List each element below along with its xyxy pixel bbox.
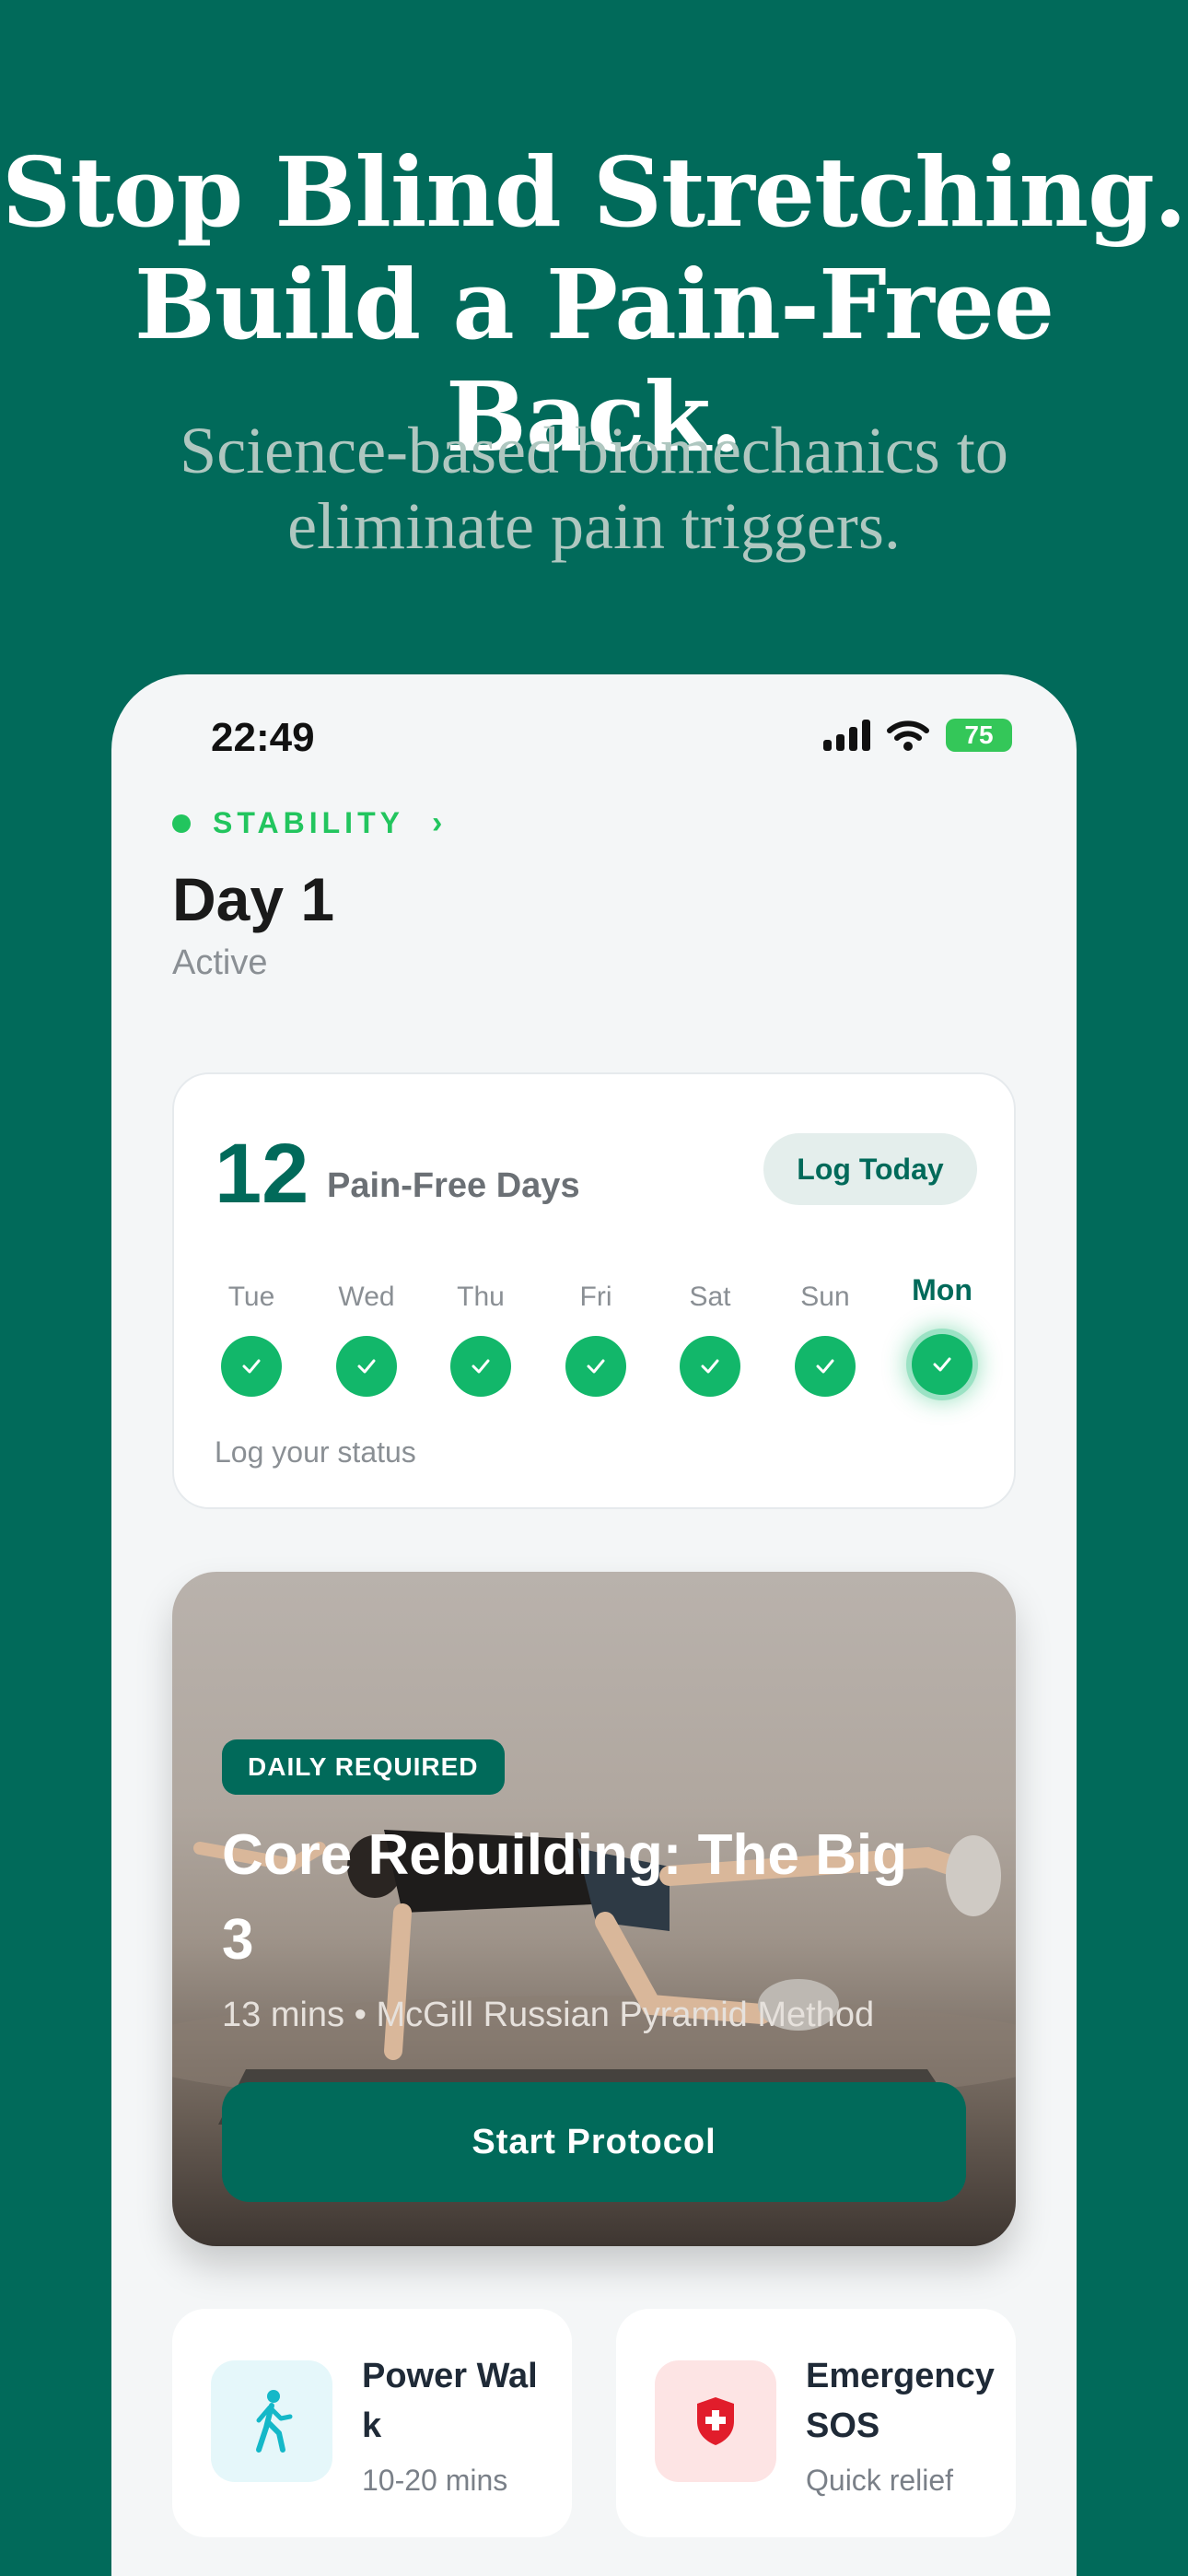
- day-column[interactable]: Thu: [444, 1279, 518, 1397]
- start-protocol-button[interactable]: Start Protocol: [222, 2082, 966, 2202]
- check-icon: [795, 1336, 856, 1397]
- day-column[interactable]: Tue: [215, 1279, 288, 1397]
- day-column[interactable]: Fri: [559, 1279, 633, 1397]
- log-status-prompt[interactable]: Log your status: [215, 1435, 416, 1469]
- status-icons: 75: [823, 719, 1012, 752]
- workout-title: Core Rebuilding: The Big 3: [222, 1823, 907, 1972]
- chevron-right-icon: ›: [431, 805, 443, 840]
- power-walk-duration: 10-20 mins: [362, 2464, 508, 2497]
- wifi-icon: [887, 720, 929, 751]
- day-name: Tue: [227, 1282, 275, 1312]
- power-walk-tile[interactable]: Power Walk 10-20 mins: [172, 2309, 572, 2537]
- day-column[interactable]: Wed: [330, 1279, 403, 1397]
- workout-card[interactable]: DAILY REQUIRED Core Rebuilding: The Big …: [172, 1572, 1016, 2246]
- emergency-sos-tile[interactable]: Emergency SOS Quick relief: [616, 2309, 1016, 2537]
- cellular-signal-icon: [823, 720, 870, 751]
- day-column[interactable]: Sat: [673, 1279, 747, 1397]
- walking-person-icon: [211, 2360, 332, 2482]
- daily-required-badge: DAILY REQUIRED: [222, 1739, 505, 1795]
- day-status: Active: [172, 943, 268, 982]
- day-name: Wed: [338, 1282, 395, 1312]
- log-today-button[interactable]: Log Today: [763, 1133, 977, 1205]
- day-column[interactable]: Sun: [788, 1279, 862, 1397]
- subheadline-line-1: Science-based biomechanics to: [180, 414, 1008, 487]
- check-icon: [565, 1336, 626, 1397]
- day-name: Fri: [579, 1282, 612, 1312]
- subheadline: Science-based biomechanics to eliminate …: [0, 413, 1188, 564]
- day-name: Mon: [912, 1273, 973, 1306]
- program-breadcrumb[interactable]: STABILITY ›: [172, 805, 442, 841]
- day-title: Day 1: [172, 865, 335, 933]
- power-walk-title: Power Walk: [362, 2357, 538, 2445]
- program-label: STABILITY: [213, 806, 404, 839]
- check-icon: [450, 1336, 511, 1397]
- day-name: Sat: [689, 1282, 731, 1312]
- medical-shield-icon: [655, 2360, 776, 2482]
- check-icon: [680, 1336, 740, 1397]
- subheadline-line-2: eliminate pain triggers.: [287, 489, 901, 563]
- headline-line-1: Stop Blind Stretching.: [1, 135, 1187, 249]
- emergency-sos-subtitle: Quick relief: [806, 2464, 954, 2497]
- day-column-current[interactable]: Mon: [905, 1273, 979, 1395]
- battery-icon: 75: [946, 719, 1012, 752]
- active-dot-icon: [172, 814, 191, 833]
- check-icon: [221, 1336, 282, 1397]
- streak-label: Pain-Free Days: [327, 1166, 580, 1205]
- check-icon: [336, 1336, 397, 1397]
- day-name: Sun: [800, 1282, 850, 1312]
- status-time: 22:49: [211, 715, 315, 760]
- check-icon: [912, 1334, 973, 1395]
- emergency-sos-title: Emergency SOS: [806, 2357, 995, 2445]
- day-name: Thu: [457, 1282, 505, 1312]
- phone-screen: 22:49 75 STABILITY › Day 1 Active 12 Pai…: [111, 674, 1077, 2576]
- streak-count: 12: [215, 1127, 309, 1221]
- streak-card: 12 Pain-Free Days Log Today Tue Wed Thu …: [172, 1072, 1016, 1509]
- workout-meta: 13 mins • McGill Russian Pyramid Method: [222, 1996, 875, 2034]
